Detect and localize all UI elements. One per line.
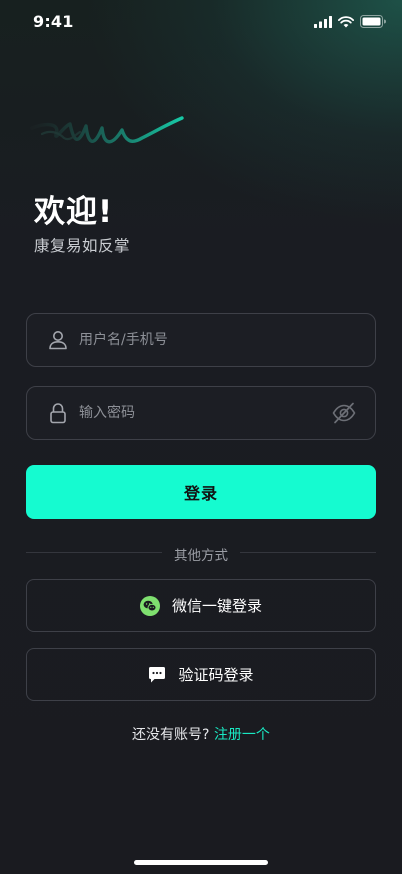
lock-icon (50, 403, 66, 424)
page-title: 欢迎! (34, 194, 114, 230)
register-link[interactable]: 注册一个 (214, 727, 270, 743)
password-input[interactable] (77, 387, 321, 439)
divider-label: 其他方式 (174, 548, 228, 564)
status-bar: 9:41 (0, 0, 402, 44)
sms-login-label: 验证码登录 (178, 666, 254, 684)
message-icon (149, 666, 166, 682)
divider-line-right (240, 552, 376, 553)
register-prompt-text: 还没有账号? (132, 727, 210, 743)
battery-icon (360, 15, 386, 28)
sms-code-login-button[interactable]: 验证码登录 (26, 648, 376, 701)
user-icon (49, 331, 67, 350)
brand-logo-scribble (30, 116, 184, 144)
username-input[interactable] (77, 314, 321, 366)
password-field[interactable] (26, 386, 376, 440)
register-prompt: 还没有账号? 注册一个 (0, 724, 402, 744)
login-button[interactable]: 登录 (26, 465, 376, 519)
other-methods-divider: 其他方式 (26, 544, 376, 564)
wifi-icon (338, 15, 354, 27)
wechat-icon (139, 595, 160, 616)
status-icons (314, 15, 386, 28)
home-indicator (134, 860, 268, 865)
eye-off-icon[interactable] (331, 401, 357, 425)
username-field[interactable] (26, 313, 376, 367)
page-subtitle: 康复易如反掌 (34, 237, 131, 255)
status-time: 9:41 (33, 12, 74, 31)
wechat-login-label: 微信一键登录 (171, 597, 262, 615)
wechat-login-button[interactable]: 微信一键登录 (26, 579, 376, 632)
cellular-signal-icon (314, 15, 332, 28)
